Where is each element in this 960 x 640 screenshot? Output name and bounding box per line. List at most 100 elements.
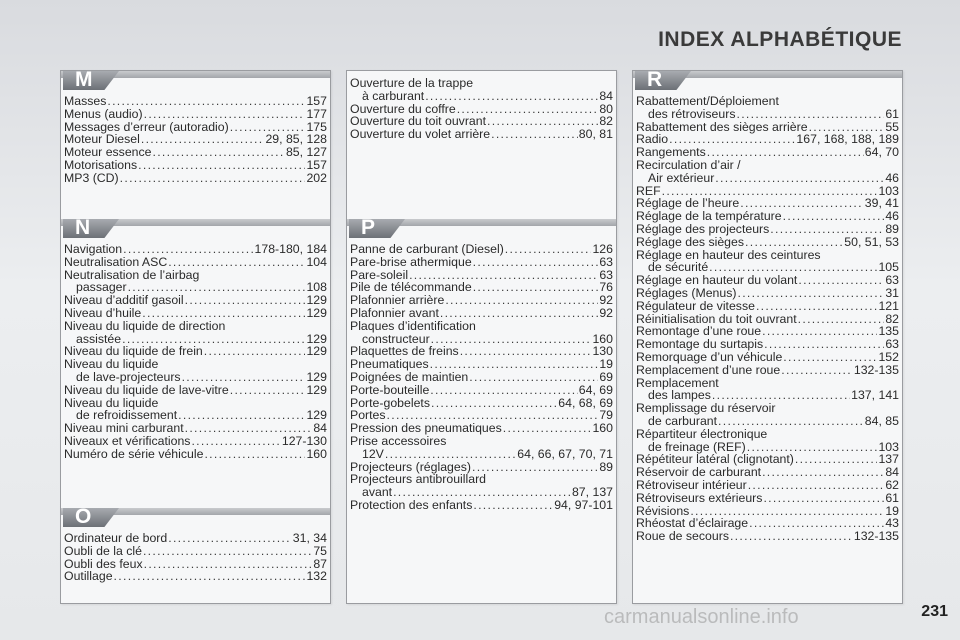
index-entry-pages: 157	[306, 157, 327, 172]
index-entry: Poignées de maintien 69	[350, 371, 613, 384]
index-entry-pages: 160	[306, 446, 327, 461]
index-entry: Motorisations 157	[64, 159, 327, 172]
entry-list-m: Masses157Menus (audio)177Messages d’erre…	[64, 95, 327, 185]
dot-leader	[748, 479, 885, 492]
dot-leader	[191, 435, 280, 448]
index-entry-label: Numéro de série véhicule	[64, 446, 204, 461]
index-entry: Réglage des sièges 50, 51, 53	[636, 235, 899, 249]
index-entry: Air extérieur 46	[636, 170, 899, 185]
dot-leader	[718, 415, 864, 428]
dot-leader	[795, 453, 878, 466]
dot-leader	[503, 422, 592, 435]
index-entry: Remplacement d’une roue 132-135	[636, 362, 899, 377]
dot-leader	[425, 90, 598, 103]
index-entry-pages: 129	[306, 369, 327, 384]
index-entry: Pare-brise athermique 63	[350, 254, 613, 269]
dot-leader	[762, 325, 877, 338]
index-entry: Prise accessoires	[350, 435, 613, 448]
section-letter-m: M	[75, 68, 93, 91]
index-entry-pages: 132-135	[853, 362, 899, 377]
index-entry-label: Navigation	[64, 242, 123, 256]
dot-leader	[138, 159, 305, 172]
index-entry-label: Motorisations	[64, 157, 138, 172]
index-entry: Neutralisation ASC 104	[64, 254, 327, 269]
dot-leader	[168, 532, 292, 545]
dot-leader	[473, 281, 599, 294]
index-entry-pages: 129	[306, 305, 327, 320]
dot-leader	[143, 545, 312, 558]
index-entry-label: Régulateur de vitesse	[636, 298, 755, 313]
index-entry-label: Prise accessoires	[350, 433, 447, 448]
index-entry: Remorquage d’un véhicule 152	[636, 351, 899, 364]
index-entry: Outillage 132	[64, 570, 327, 583]
entry-list-o-continued: Ouverture de la trappeà carburant 84 Ouver…	[350, 77, 613, 141]
index-entry-pages: 63	[599, 254, 613, 269]
index-entry-label: à carburant	[362, 88, 425, 103]
index-entry-pages: 84	[885, 465, 899, 480]
section-header-m: M	[61, 68, 330, 93]
index-entry-label: Niveaux et vérifications	[64, 433, 191, 448]
index-entry-pages: 92	[599, 305, 613, 320]
index-entry-pages: 137, 141	[851, 388, 899, 403]
index-entry-label: Répartiteur électronique	[636, 426, 768, 441]
dot-leader	[430, 384, 578, 397]
index-entry-label: Plafonnier avant	[350, 305, 439, 320]
index-entry-label: Air extérieur	[648, 170, 715, 185]
index-entry: Régulateur de vitesse 121	[636, 298, 899, 313]
index-entry: Navigation 178-180, 184	[64, 243, 327, 256]
dot-leader	[783, 351, 877, 364]
index-entry-pages: 64, 69	[578, 382, 613, 397]
index-entry-label: Rétroviseurs extérieurs	[636, 490, 763, 505]
index-entry-label: Masses	[64, 94, 107, 108]
index-entry-pages: 61	[885, 490, 899, 505]
index-entry: Ouverture de la trappe	[350, 77, 613, 90]
index-entry: Numéro de série véhicule 160	[64, 446, 327, 461]
dot-leader	[107, 95, 305, 108]
index-entry-label: Ouverture du volet arrière	[350, 127, 491, 142]
index-entry: des rétroviseurs 61	[636, 107, 899, 121]
dot-leader	[178, 409, 305, 422]
index-entry: Rabattement/Déploiement	[636, 95, 899, 108]
dot-leader	[798, 313, 885, 326]
index-entry-label: Réglages (Menus)	[636, 285, 737, 300]
index-entry: Niveaux et vérifications 127-130	[64, 435, 327, 448]
dot-leader	[770, 223, 884, 236]
index-entry: Menus (audio) 177	[64, 106, 327, 121]
index-entry-pages: 75	[313, 543, 327, 558]
index-entry: Masses 157	[64, 95, 327, 108]
index-entry-pages: 157	[306, 94, 327, 108]
watermark: carmanualsonline.info	[604, 606, 799, 628]
index-entry-pages: 62	[885, 477, 899, 492]
entry-list-o: Ordinateur de bord 31, 34 Oubli de la clé 7…	[64, 532, 327, 583]
index-entry: Remplissage du réservoir	[636, 402, 899, 415]
entry-list-p: Panne de carburant (Diesel)126Pare-brise…	[350, 243, 613, 512]
dot-leader	[460, 345, 592, 358]
dot-leader	[204, 448, 305, 461]
dot-leader	[204, 345, 306, 358]
index-entry-label: Niveau du liquide de lave-vitre	[64, 382, 229, 397]
index-entry-pages: 94, 97-101	[554, 497, 613, 512]
dot-leader	[120, 172, 306, 185]
section-header-r: R	[633, 68, 902, 93]
index-entry-label: MP3 (CD)	[64, 170, 119, 185]
index-entry-label: Outillage	[64, 569, 113, 584]
index-entry-label: Poignées de maintien	[350, 369, 469, 384]
index-entry-pages: 160	[592, 421, 613, 436]
index-entry-label: Menus (audio)	[64, 106, 143, 121]
index-entry-pages: 129	[306, 382, 327, 397]
dot-leader	[491, 128, 578, 141]
index-entry: Réservoir de carburant 84	[636, 466, 899, 479]
dot-leader	[144, 558, 313, 571]
dot-leader	[469, 371, 598, 384]
index-entry: Protection des enfants 94, 97-101	[350, 499, 613, 512]
index-entry-pages: 178-180, 184	[254, 242, 327, 256]
index-entry-pages: 127-130	[281, 433, 327, 448]
dot-leader	[141, 133, 265, 146]
dot-leader	[763, 492, 884, 505]
dot-leader	[737, 287, 884, 300]
index-entry-label: Réglage des projecteurs	[636, 221, 770, 236]
index-entry: 12V 64, 66, 67, 70, 71	[350, 447, 613, 461]
dot-leader	[764, 338, 884, 351]
index-entry-pages: 104	[306, 254, 327, 269]
index-entry-label: de carburant	[648, 413, 718, 428]
